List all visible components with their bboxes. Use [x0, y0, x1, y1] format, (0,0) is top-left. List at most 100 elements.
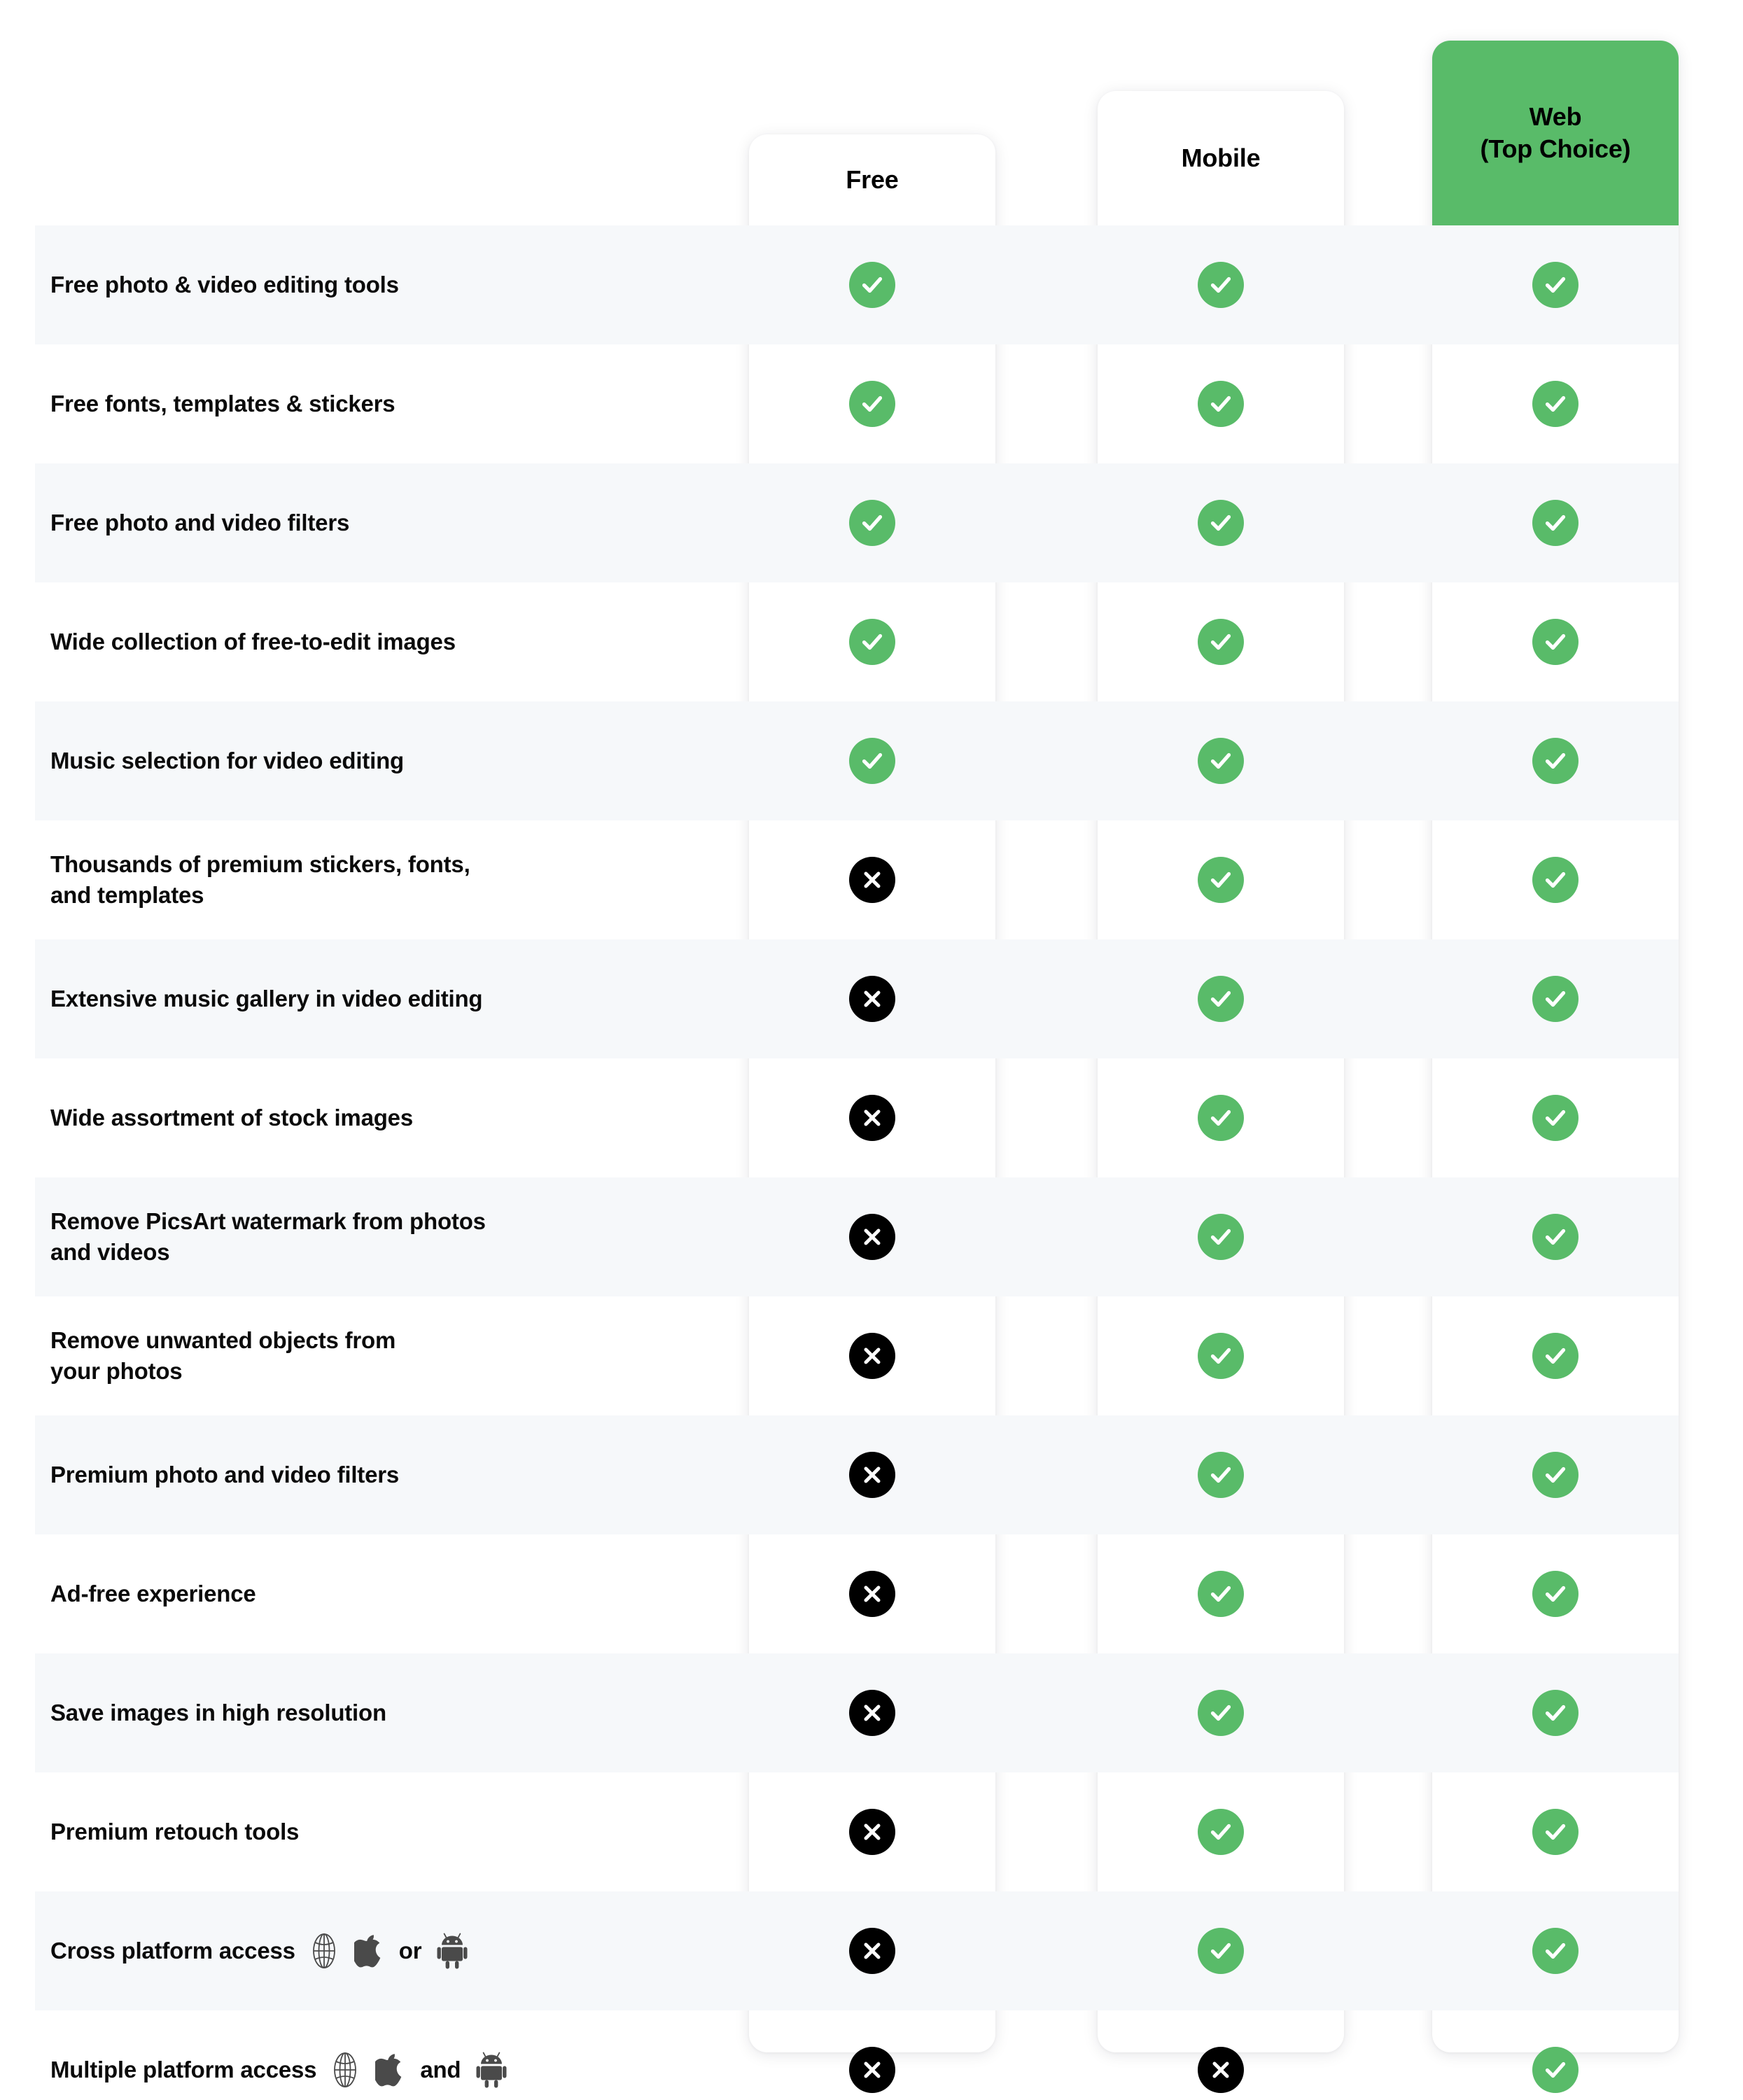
feature-label-text: Extensive music gallery in video editing: [50, 983, 483, 1014]
cross-mark-icon: [849, 1809, 895, 1855]
table-row: Free photo and video filters: [35, 463, 1679, 582]
check-mark-icon: [1198, 976, 1244, 1022]
feature-label-line: Wide collection of free-to-edit images: [50, 629, 456, 655]
check-mark-icon: [1532, 1214, 1578, 1260]
table-row: Wide assortment of stock images: [35, 1058, 1679, 1177]
cell-mobile: [1098, 1415, 1344, 1534]
apple-icon: [375, 2052, 405, 2087]
feature-label: Free fonts, templates & stickers: [35, 388, 749, 419]
cell-mobile: [1098, 1534, 1344, 1653]
cell-mobile: [1098, 463, 1344, 582]
feature-label: Premium retouch tools: [35, 1816, 749, 1847]
feature-label-line: Thousands of premium stickers, fonts,: [50, 851, 470, 878]
check-mark-icon: [1532, 1333, 1578, 1379]
table-row: Music selection for video editing: [35, 701, 1679, 820]
check-mark-icon: [1198, 857, 1244, 903]
feature-label-line: Free photo & video editing tools: [50, 272, 399, 298]
check-mark-icon: [1532, 1452, 1578, 1498]
cell-free: [749, 1772, 995, 1891]
cell-web: [1432, 939, 1679, 1058]
feature-label: Music selection for video editing: [35, 746, 749, 776]
cell-web: [1432, 1177, 1679, 1296]
feature-label: Wide assortment of stock images: [35, 1102, 749, 1133]
table-row: Premium photo and video filters: [35, 1415, 1679, 1534]
check-mark-icon: [1198, 381, 1244, 427]
feature-label-text: Premium retouch tools: [50, 1816, 299, 1847]
table-row: Free fonts, templates & stickers: [35, 344, 1679, 463]
cross-mark-icon: [849, 1095, 895, 1141]
cell-mobile: [1098, 1296, 1344, 1415]
table-row: Remove PicsArt watermark from photos and …: [35, 1177, 1679, 1296]
globe-icon: [329, 2052, 361, 2088]
feature-label-line: Free photo and video filters: [50, 510, 350, 536]
cell-mobile: [1098, 1891, 1344, 2010]
cell-web: [1432, 225, 1679, 344]
cell-mobile: [1098, 582, 1344, 701]
cell-mobile: [1098, 1058, 1344, 1177]
cross-mark-icon: [849, 1333, 895, 1379]
feature-label-line: and videos: [50, 1239, 170, 1265]
cell-free: [749, 701, 995, 820]
feature-label-text: Save images in high resolution: [50, 1698, 386, 1728]
feature-comparison-table: Free Mobile Web (Top Choice) Free photo …: [0, 0, 1743, 2100]
check-mark-icon: [1198, 1214, 1244, 1260]
cross-mark-icon: [849, 1928, 895, 1974]
check-mark-icon: [1532, 738, 1578, 784]
feature-label-line: Multiple platform access: [50, 2057, 317, 2083]
cell-free: [749, 1534, 995, 1653]
cross-mark-icon: [1198, 2047, 1244, 2093]
cell-free: [749, 2010, 995, 2100]
feature-label-line: your photos: [50, 1358, 183, 1384]
table-row: Remove unwanted objects from your photos: [35, 1296, 1679, 1415]
cell-web: [1432, 1296, 1679, 1415]
cell-mobile: [1098, 939, 1344, 1058]
cell-mobile: [1098, 820, 1344, 939]
cell-mobile: [1098, 701, 1344, 820]
cross-mark-icon: [849, 1452, 895, 1498]
check-mark-icon: [1198, 500, 1244, 546]
feature-label: Remove PicsArt watermark from photos and …: [35, 1206, 749, 1267]
check-mark-icon: [1532, 1928, 1578, 1974]
cell-free: [749, 1891, 995, 2010]
feature-label-line: Free fonts, templates & stickers: [50, 391, 396, 417]
check-mark-icon: [849, 500, 895, 546]
cell-web: [1432, 2010, 1679, 2100]
check-mark-icon: [1532, 262, 1578, 308]
cell-free: [749, 1058, 995, 1177]
cross-mark-icon: [849, 976, 895, 1022]
feature-label: Wide collection of free-to-edit images: [35, 626, 749, 657]
check-mark-icon: [1198, 1928, 1244, 1974]
cell-web: [1432, 344, 1679, 463]
cell-web: [1432, 701, 1679, 820]
android-icon: [437, 1933, 468, 1969]
cell-mobile: [1098, 1772, 1344, 1891]
check-mark-icon: [849, 738, 895, 784]
check-mark-icon: [1198, 1095, 1244, 1141]
android-icon: [476, 2052, 507, 2088]
table-row: Save images in high resolution: [35, 1653, 1679, 1772]
feature-label: Free photo & video editing tools: [35, 270, 749, 300]
cross-mark-icon: [849, 857, 895, 903]
table-row: Extensive music gallery in video editing: [35, 939, 1679, 1058]
cross-mark-icon: [849, 1690, 895, 1736]
feature-label-line: Wide assortment of stock images: [50, 1105, 413, 1131]
table-row: Ad-free experience: [35, 1534, 1679, 1653]
feature-label: Premium photo and video filters: [35, 1460, 749, 1490]
table-row: Wide collection of free-to-edit images: [35, 582, 1679, 701]
cell-free: [749, 820, 995, 939]
feature-rows-layer: Free photo & video editing tools Free fon…: [0, 0, 1743, 2100]
feature-label-text: Free fonts, templates & stickers: [50, 388, 396, 419]
check-mark-icon: [1532, 1809, 1578, 1855]
feature-label: Extensive music gallery in video editing: [35, 983, 749, 1014]
table-row: Cross platform access or: [35, 1891, 1679, 2010]
cell-web: [1432, 1058, 1679, 1177]
feature-label-line: and templates: [50, 882, 204, 908]
cell-mobile: [1098, 344, 1344, 463]
apple-icon: [354, 1933, 384, 1968]
check-mark-icon: [1198, 738, 1244, 784]
cell-web: [1432, 820, 1679, 939]
check-mark-icon: [1532, 857, 1578, 903]
cell-mobile: [1098, 2010, 1344, 2100]
feature-label-text: Free photo & video editing tools: [50, 270, 399, 300]
cell-web: [1432, 463, 1679, 582]
